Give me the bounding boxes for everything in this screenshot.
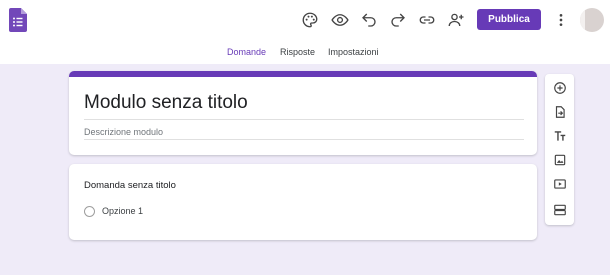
add-question-icon[interactable] bbox=[550, 78, 569, 97]
question-title[interactable]: Domanda senza titolo bbox=[84, 180, 176, 191]
tab-questions[interactable]: Domande bbox=[227, 47, 266, 57]
publish-button[interactable]: Pubblica bbox=[477, 9, 541, 30]
import-questions-icon[interactable] bbox=[550, 102, 569, 121]
image-icon[interactable] bbox=[550, 150, 569, 169]
top-bar: Pubblica Domande Risposte Impostazioni bbox=[0, 0, 610, 64]
side-toolbar bbox=[545, 74, 574, 225]
forms-logo-icon[interactable] bbox=[9, 8, 27, 32]
person-add-icon[interactable] bbox=[445, 9, 467, 31]
description-underline bbox=[84, 139, 524, 140]
option-label[interactable]: Opzione 1 bbox=[102, 206, 143, 216]
form-tabs: Domande Risposte Impostazioni bbox=[0, 44, 610, 64]
radio-option-icon[interactable] bbox=[84, 206, 95, 217]
form-title[interactable]: Modulo senza titolo bbox=[84, 92, 248, 114]
video-icon[interactable] bbox=[550, 174, 569, 193]
undo-icon[interactable] bbox=[358, 9, 380, 31]
tab-responses[interactable]: Risposte bbox=[280, 47, 315, 57]
avatar[interactable] bbox=[580, 8, 604, 32]
title-underline bbox=[84, 119, 524, 120]
link-icon[interactable] bbox=[416, 9, 438, 31]
more-vert-icon[interactable] bbox=[552, 9, 570, 31]
palette-icon[interactable] bbox=[299, 9, 321, 31]
title-card-accent bbox=[69, 71, 537, 77]
question-card[interactable] bbox=[69, 164, 537, 240]
eye-icon[interactable] bbox=[329, 9, 351, 31]
form-description-input[interactable]: Descrizione modulo bbox=[84, 127, 163, 137]
title-text-icon[interactable] bbox=[550, 126, 569, 145]
tab-settings[interactable]: Impostazioni bbox=[328, 47, 379, 57]
section-icon[interactable] bbox=[550, 200, 569, 219]
redo-icon[interactable] bbox=[387, 9, 409, 31]
